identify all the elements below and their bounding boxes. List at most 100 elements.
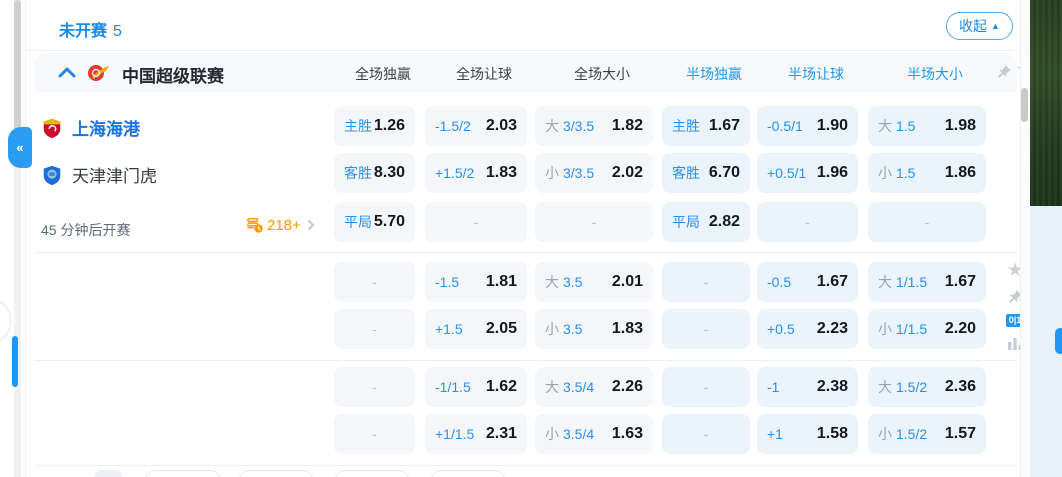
odds-label-group: 小1.5 xyxy=(878,163,915,183)
odds-cell[interactable]: 小1.51.86 xyxy=(868,153,986,193)
odds-cell[interactable]: - xyxy=(662,262,750,302)
odds-empty: - xyxy=(704,274,709,290)
more-markets-link[interactable]: 218+ xyxy=(246,216,318,234)
odds-cell[interactable]: - xyxy=(662,414,750,454)
home-team-name[interactable]: 上海海港 xyxy=(72,115,140,140)
odds-cell[interactable]: -12.38 xyxy=(757,367,858,407)
odds-cell[interactable]: 客胜6.70 xyxy=(662,153,750,193)
odds-cell[interactable]: 大1.51.98 xyxy=(868,106,986,146)
handicap-label: 1.5 xyxy=(896,165,915,181)
odds-value: 2.03 xyxy=(486,117,517,135)
odds-cell[interactable]: - xyxy=(757,202,858,242)
odds-cell[interactable]: 大3.5/42.26 xyxy=(535,367,653,407)
status-count: 5 xyxy=(113,23,122,40)
odds-cell[interactable]: - xyxy=(334,414,415,454)
odds-cell[interactable]: +1 1.58 xyxy=(757,414,858,454)
next-section-pill[interactable] xyxy=(430,470,506,477)
handicap-label: 3.5 xyxy=(563,274,582,290)
odds-cell[interactable]: 平局2.82 xyxy=(662,202,750,242)
over-under-prefix: 小 xyxy=(878,424,892,444)
group-divider xyxy=(34,465,1017,466)
chevron-up-icon[interactable] xyxy=(56,62,78,84)
away-team-name[interactable]: 天津津门虎 xyxy=(72,162,157,187)
odds-value: 2.05 xyxy=(486,320,517,338)
odds-cell[interactable]: -0.51.67 xyxy=(757,262,858,302)
floating-action-button-partial[interactable] xyxy=(1055,328,1062,354)
odds-label-group: +0.5 xyxy=(767,321,795,337)
odds-cell[interactable]: 小1/1.52.20 xyxy=(868,309,986,349)
odds-cell[interactable]: -1.51.81 xyxy=(425,262,527,302)
odds-cell[interactable]: 客胜8.30 xyxy=(334,153,415,193)
odds-cell[interactable]: +0.5/11.96 xyxy=(757,153,858,193)
odds-cell[interactable]: -1/1.51.62 xyxy=(425,367,527,407)
odds-value: 1.82 xyxy=(612,117,643,135)
next-section-pill[interactable] xyxy=(334,470,410,477)
odds-cell[interactable]: - xyxy=(334,367,415,407)
odds-label-group: +1 xyxy=(767,426,783,442)
handicap-label: 平局 xyxy=(344,212,372,232)
odds-cell[interactable]: - xyxy=(662,367,750,407)
left-scrollbar[interactable] xyxy=(14,0,21,477)
odds-cell[interactable]: - xyxy=(868,202,986,242)
handicap-label: 1/1.5 xyxy=(896,274,927,290)
odds-cell[interactable]: 大3.52.01 xyxy=(535,262,653,302)
odds-cell[interactable]: -0.5/11.90 xyxy=(757,106,858,146)
odds-cell[interactable]: +1/1.52.31 xyxy=(425,414,527,454)
odds-value: 1.81 xyxy=(486,273,517,291)
odds-cell[interactable]: 主胜1.26 xyxy=(334,106,415,146)
odds-value: 1.57 xyxy=(945,425,976,443)
handicap-label: -0.5/1 xyxy=(767,118,803,134)
away-team-row[interactable]: 天津津门虎 xyxy=(41,162,157,187)
odds-value: 1.58 xyxy=(817,425,848,443)
over-under-prefix: 大 xyxy=(878,377,892,397)
over-under-prefix: 大 xyxy=(878,272,892,292)
collapse-sidebar-tab[interactable]: « xyxy=(8,127,32,168)
odds-cell[interactable]: 小3.5/41.63 xyxy=(535,414,653,454)
odds-value: 1.67 xyxy=(945,273,976,291)
odds-cell[interactable]: +1.5/21.83 xyxy=(425,153,527,193)
odds-empty: - xyxy=(592,214,597,230)
odds-label-group: 大3.5 xyxy=(545,272,582,292)
odds-cell[interactable]: 平局5.70 xyxy=(334,202,415,242)
odds-cell[interactable]: 大1.5/22.36 xyxy=(868,367,986,407)
column-header-ht-handicap: 半场让球 xyxy=(788,64,844,84)
odds-value: 1.67 xyxy=(709,117,740,135)
odds-cell[interactable]: - xyxy=(662,309,750,349)
markets-coin-icon xyxy=(246,216,264,234)
odds-value: 1.62 xyxy=(486,378,517,396)
next-section-pill[interactable] xyxy=(238,470,314,477)
home-team-badge-icon xyxy=(41,117,63,139)
column-header-ht-1x2: 半场独赢 xyxy=(686,64,742,84)
odds-cell[interactable]: +0.52.23 xyxy=(757,309,858,349)
league-header-row[interactable]: 中国超级联赛 全场独赢 全场让球 全场大小 半场独赢 半场让球 半场大小 ★ xyxy=(34,53,1017,92)
odds-cell[interactable]: 大1/1.5 1.67 xyxy=(868,262,986,302)
odds-cell[interactable]: - xyxy=(535,202,653,242)
odds-cell[interactable]: 主胜 1.67 xyxy=(662,106,750,146)
group-divider xyxy=(34,360,1017,361)
odds-cell[interactable]: - xyxy=(334,262,415,302)
odds-cell[interactable]: 小3/3.52.02 xyxy=(535,153,653,193)
odds-cell[interactable]: 大3/3.51.82 xyxy=(535,106,653,146)
collapse-button[interactable]: 收起 ▲ xyxy=(946,12,1013,40)
odds-cell[interactable]: +1.52.05 xyxy=(425,309,527,349)
pin-icon[interactable] xyxy=(996,64,1012,80)
odds-label-group: 小1.5/2 xyxy=(878,424,927,444)
odds-label-group: 小1/1.5 xyxy=(878,319,927,339)
odds-cell[interactable]: - xyxy=(425,202,527,242)
odds-cell[interactable]: 小3.51.83 xyxy=(535,309,653,349)
odds-cell[interactable]: - xyxy=(334,309,415,349)
odds-value: 1.98 xyxy=(945,117,976,135)
handicap-label: 主胜 xyxy=(672,116,700,136)
right-scrollbar[interactable] xyxy=(1020,0,1030,477)
chevron-right-icon xyxy=(304,218,318,232)
handicap-label: +0.5/1 xyxy=(767,165,806,181)
handicap-label: +1.5/2 xyxy=(435,165,474,181)
odds-label-group: -0.5 xyxy=(767,274,791,290)
right-scrollbar-thumb[interactable] xyxy=(1021,88,1028,122)
column-header-ft-handicap: 全场让球 xyxy=(456,64,512,84)
odds-cell[interactable]: -1.5/22.03 xyxy=(425,106,527,146)
odds-label-group: 客胜 xyxy=(672,163,700,183)
next-section-pill[interactable] xyxy=(145,470,221,477)
home-team-row[interactable]: 上海海港 xyxy=(41,115,140,140)
odds-cell[interactable]: 小1.5/2 1.57 xyxy=(868,414,986,454)
